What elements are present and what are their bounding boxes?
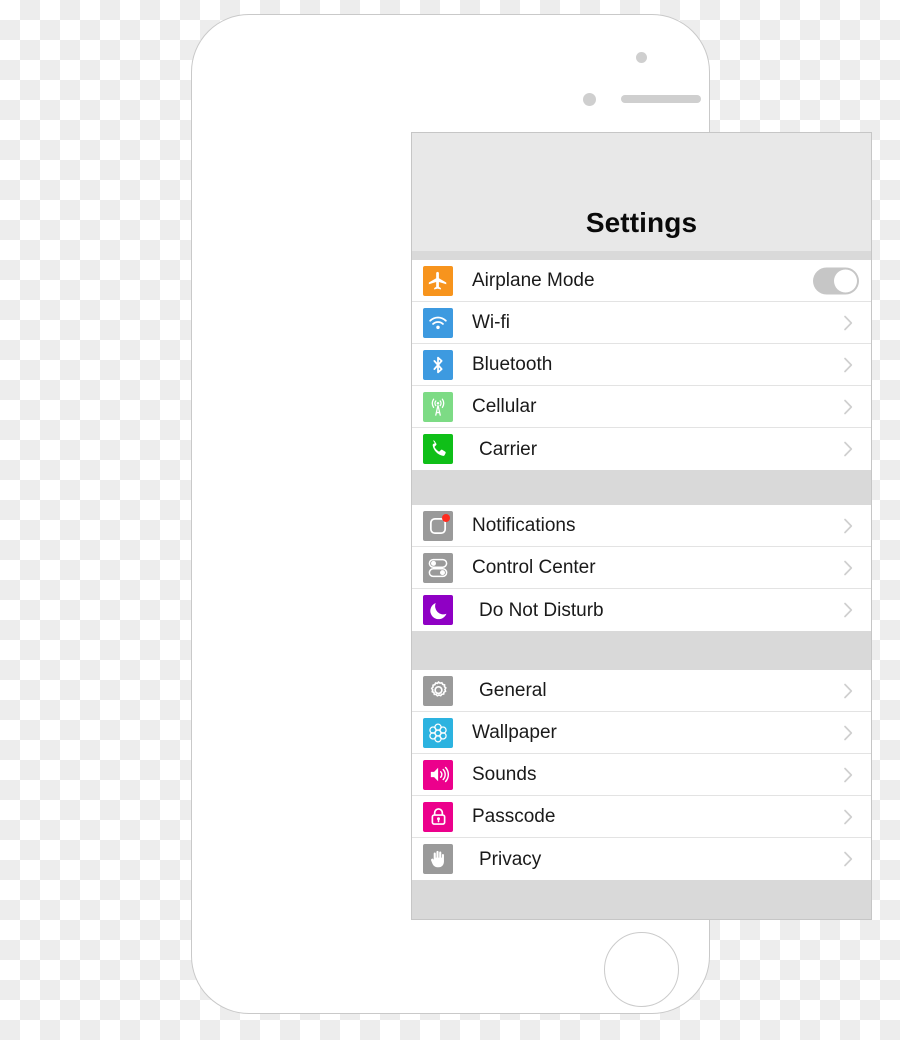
settings-row-label: Cellular (472, 396, 537, 417)
settings-row-label: Wi-fi (472, 312, 510, 333)
chevron-right-icon (842, 558, 855, 578)
chevron-right-icon (842, 600, 855, 620)
group-separator (412, 631, 871, 670)
notification-red-badge-icon (442, 513, 450, 522)
phone-handset-icon (423, 434, 453, 464)
gear-icon (423, 675, 453, 706)
chevron-right-icon (842, 397, 855, 417)
chevron-right-icon (842, 765, 855, 785)
earpiece-speaker-icon (621, 95, 701, 103)
camera-dot-icon (636, 52, 647, 63)
settings-row[interactable]: Wallpaper (412, 712, 871, 754)
settings-group-system: General Wallpaper Sounds Passcode Privacy (412, 670, 871, 880)
settings-row-label: Notifications (472, 515, 576, 536)
speaker-volume-icon (423, 759, 453, 790)
flower-rosette-icon (423, 717, 453, 748)
chevron-right-icon (842, 681, 855, 701)
settings-group-connectivity: Airplane Mode Wi-fi Bluetooth Cellular Carri… (412, 260, 871, 470)
chevron-right-icon (842, 807, 855, 827)
bluetooth-icon (423, 349, 453, 380)
crescent-moon-icon (423, 595, 453, 625)
chevron-right-icon (842, 849, 855, 869)
chevron-right-icon (842, 439, 855, 459)
settings-row[interactable]: Sounds (412, 754, 871, 796)
settings-row-label: Control Center (472, 557, 596, 578)
lock-icon (423, 801, 453, 832)
proximity-sensor-icon (583, 93, 596, 106)
settings-row-label: Wallpaper (472, 722, 557, 743)
group-separator (412, 470, 871, 505)
settings-row-label: Do Not Disturb (479, 599, 604, 621)
settings-row-label: Airplane Mode (472, 270, 595, 291)
chevron-right-icon (842, 355, 855, 375)
page-title: Settings (585, 207, 698, 238)
settings-row[interactable]: General (412, 670, 871, 712)
settings-row[interactable]: Do Not Disturb (412, 589, 871, 631)
phone-device-frame: Settings Airplane Mode Wi-fi Bluetooth Cell… (191, 14, 872, 1014)
group-separator (412, 251, 871, 260)
home-button[interactable] (604, 932, 679, 1007)
settings-row-label: Privacy (479, 848, 542, 870)
settings-row-label: Bluetooth (472, 354, 553, 375)
settings-row[interactable]: Wi-fi (412, 302, 871, 344)
settings-row-label: Carrier (479, 438, 538, 460)
airplane-icon (423, 265, 453, 296)
settings-row[interactable]: Airplane Mode (412, 260, 871, 302)
settings-row[interactable]: Carrier (412, 428, 871, 470)
settings-header: Settings (412, 133, 871, 251)
airplane-mode-toggle[interactable] (813, 267, 859, 294)
settings-row-label: General (479, 680, 547, 701)
phone-screen: Settings Airplane Mode Wi-fi Bluetooth Cell… (411, 132, 872, 920)
toggle-knob (834, 269, 857, 292)
raised-hand-icon (423, 844, 453, 874)
chevron-right-icon (842, 516, 855, 536)
settings-row[interactable]: Control Center (412, 547, 871, 589)
settings-row[interactable]: Notifications (412, 505, 871, 547)
cellular-tower-icon (423, 391, 453, 422)
settings-row[interactable]: Cellular (412, 386, 871, 428)
wifi-icon (423, 307, 453, 338)
settings-row[interactable]: Bluetooth (412, 344, 871, 386)
settings-group-alerts: Notifications Control Center Do Not Distur… (412, 505, 871, 631)
notification-badge-icon (423, 510, 453, 541)
screen-bottom-filler (412, 880, 871, 919)
chevron-right-icon (842, 723, 855, 743)
settings-row-label: Sounds (472, 764, 537, 785)
settings-row[interactable]: Passcode (412, 796, 871, 838)
sliders-toggle-icon (423, 552, 453, 583)
settings-row[interactable]: Privacy (412, 838, 871, 880)
chevron-right-icon (842, 313, 855, 333)
settings-row-label: Passcode (472, 806, 556, 827)
